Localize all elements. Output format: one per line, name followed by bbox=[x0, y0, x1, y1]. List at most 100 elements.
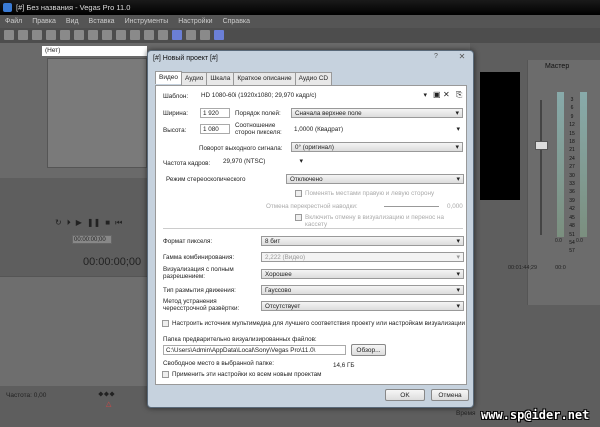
loop-icon[interactable]: ↻ bbox=[55, 218, 62, 228]
delete-template-icon[interactable]: ✕ bbox=[443, 90, 450, 99]
swap-sides-checkbox[interactable] bbox=[295, 190, 302, 197]
auto-ripple-icon[interactable] bbox=[172, 30, 182, 40]
play-from-start-icon[interactable]: ⏵ bbox=[67, 218, 71, 228]
rotation-select[interactable]: 0° (оригинал) bbox=[291, 142, 463, 152]
render-icon[interactable] bbox=[60, 30, 70, 40]
help-button[interactable]: ? bbox=[434, 53, 438, 60]
volume-fader-handle[interactable] bbox=[535, 141, 548, 150]
timecode-display: 00:00:00;00 bbox=[83, 256, 142, 268]
save-as-icon[interactable] bbox=[46, 30, 56, 40]
menu-help[interactable]: Справка bbox=[223, 18, 250, 28]
properties-icon[interactable] bbox=[74, 30, 84, 40]
menu-bar: Файл Правка Вид Вставка Инструменты Наст… bbox=[0, 15, 600, 28]
normal-edit-tool-icon[interactable] bbox=[214, 30, 224, 40]
tab-audio[interactable]: Аудио bbox=[181, 72, 208, 85]
crosstalk-apply-checkbox[interactable] bbox=[295, 214, 302, 221]
pixel-format-label: Формат пикселя: bbox=[163, 238, 213, 245]
height-input[interactable]: 1 080 bbox=[200, 124, 230, 134]
pixel-format-select[interactable]: 8 бит bbox=[261, 236, 464, 246]
trimmer-time: 00:00:00;00 bbox=[72, 235, 112, 244]
rate-slider[interactable]: ⯁⯁⯁ bbox=[98, 392, 115, 400]
tab-summary[interactable]: Краткое описание bbox=[233, 72, 296, 85]
field-order-select[interactable]: Сначала верхнее поле bbox=[291, 108, 463, 118]
cancel-button[interactable]: Отмена bbox=[431, 389, 469, 401]
prev-icon[interactable]: ⏮ bbox=[115, 218, 122, 228]
adjust-source-checkbox[interactable] bbox=[162, 320, 169, 327]
stereo-mode-label: Режим стереоскопического bbox=[166, 176, 246, 183]
menu-tools[interactable]: Инструменты bbox=[125, 18, 169, 28]
adjust-source-label: Настроить источник мультимедиа для лучше… bbox=[172, 320, 466, 327]
gamma-label: Гамма комбинирования: bbox=[163, 254, 235, 261]
menu-insert[interactable]: Вставка bbox=[89, 18, 115, 28]
new-project-dialog: [#] Новый проект [#] ? ✕ Видео Аудио Шка… bbox=[147, 50, 474, 408]
stereo-mode-select[interactable]: Отключено bbox=[286, 174, 464, 184]
template-label: Шаблон: bbox=[163, 93, 189, 100]
video-settings-panel: Шаблон: HD 1080-60i (1920x1080; 29,970 к… bbox=[155, 85, 467, 385]
left-meter bbox=[557, 92, 564, 237]
menu-options[interactable]: Настройки bbox=[178, 18, 212, 28]
undo-icon[interactable] bbox=[130, 30, 140, 40]
width-input[interactable]: 1 920 bbox=[200, 108, 230, 118]
play-icon[interactable]: ▶ bbox=[76, 218, 82, 228]
redo-icon[interactable] bbox=[144, 30, 154, 40]
stop-icon[interactable]: ■ bbox=[105, 218, 110, 228]
height-label: Высота: bbox=[163, 127, 187, 134]
tab-video[interactable]: Видео bbox=[155, 71, 182, 84]
open-icon[interactable] bbox=[18, 30, 28, 40]
crosstalk-apply-label: Включить отмену в визуализацию и перенос… bbox=[305, 214, 445, 228]
marker-icon: △ bbox=[106, 401, 112, 408]
pixel-aspect-select[interactable]: 1,0000 (Квадрат) bbox=[291, 125, 463, 135]
title-bar: [#] Без названия - Vegas Pro 11.0 bbox=[0, 0, 600, 15]
tab-ruler[interactable]: Шкала bbox=[206, 72, 235, 85]
right-level: 0.0 bbox=[576, 238, 583, 244]
motion-blur-select[interactable]: Гауссово bbox=[261, 285, 464, 295]
template-select[interactable]: HD 1080-60i (1920x1080; 29,970 кадр/с) bbox=[198, 91, 430, 101]
menu-file[interactable]: Файл bbox=[5, 18, 22, 28]
render-quality-select[interactable]: Хорошее bbox=[261, 269, 464, 279]
close-button[interactable]: ✕ bbox=[454, 52, 470, 63]
ignore-grouping-icon[interactable] bbox=[200, 30, 210, 40]
frame-rate-select[interactable]: 29,970 (NTSC) bbox=[220, 157, 306, 167]
frame-rate-label: Частота кадров: bbox=[163, 160, 211, 167]
browse-button[interactable]: Обзор... bbox=[351, 344, 386, 356]
pause-icon[interactable]: ❚❚ bbox=[87, 218, 100, 228]
cut-icon[interactable] bbox=[88, 30, 98, 40]
rate-label: Частота: 0,00 bbox=[6, 392, 47, 399]
paste-icon[interactable] bbox=[116, 30, 126, 40]
new-icon[interactable] bbox=[4, 30, 14, 40]
gamma-select[interactable]: 2,222 (Видео) bbox=[261, 252, 464, 262]
width-label: Ширина: bbox=[163, 110, 189, 117]
crosstalk-slider[interactable] bbox=[384, 206, 439, 207]
left-level: 0.0 bbox=[555, 238, 562, 244]
prerender-folder-input[interactable]: C:\Users\Admin\AppData\Local\Sony\Vegas … bbox=[163, 345, 346, 355]
pixel-aspect-label: Соотношение сторон пикселя: bbox=[235, 122, 282, 136]
prerender-folder-label: Папка предварительно визуализированных ф… bbox=[163, 336, 317, 343]
copy-icon[interactable] bbox=[102, 30, 112, 40]
toolbar bbox=[0, 28, 600, 43]
lock-envelopes-icon[interactable] bbox=[186, 30, 196, 40]
tab-audio-cd[interactable]: Аудио CD bbox=[294, 72, 333, 85]
app-icon bbox=[3, 3, 12, 12]
menu-view[interactable]: Вид bbox=[66, 18, 79, 28]
timeline-tracks bbox=[0, 276, 148, 386]
timeline-ruler: 00:01:44;29 00:0 bbox=[508, 265, 566, 271]
master-label: Мастер bbox=[545, 63, 570, 70]
preview-preset-select[interactable]: (Нет) bbox=[42, 46, 147, 56]
save-template-icon[interactable]: ▣ bbox=[433, 90, 441, 99]
crosstalk-value: 0,000 bbox=[447, 203, 463, 210]
video-preview bbox=[480, 72, 520, 200]
transport-controls: ↻ ⏵ ▶ ❚❚ ■ ⏮ bbox=[55, 218, 122, 228]
watermark: www.sp@ider.net bbox=[481, 408, 590, 422]
match-media-icon[interactable]: ⎘ bbox=[456, 90, 462, 100]
motion-blur-label: Тип размытия движения: bbox=[163, 287, 236, 294]
apply-all-checkbox[interactable] bbox=[162, 371, 169, 378]
snap-icon[interactable] bbox=[158, 30, 168, 40]
save-icon[interactable] bbox=[32, 30, 42, 40]
ok-button[interactable]: OK bbox=[385, 389, 425, 401]
menu-edit[interactable]: Правка bbox=[32, 18, 56, 28]
right-meter bbox=[580, 92, 587, 237]
volume-fader-track bbox=[540, 100, 542, 235]
render-quality-label: Визуализация с полным разрешением: bbox=[163, 266, 234, 280]
trimmer-preview bbox=[47, 58, 147, 168]
deinterlace-select[interactable]: Отсутствует bbox=[261, 301, 464, 311]
